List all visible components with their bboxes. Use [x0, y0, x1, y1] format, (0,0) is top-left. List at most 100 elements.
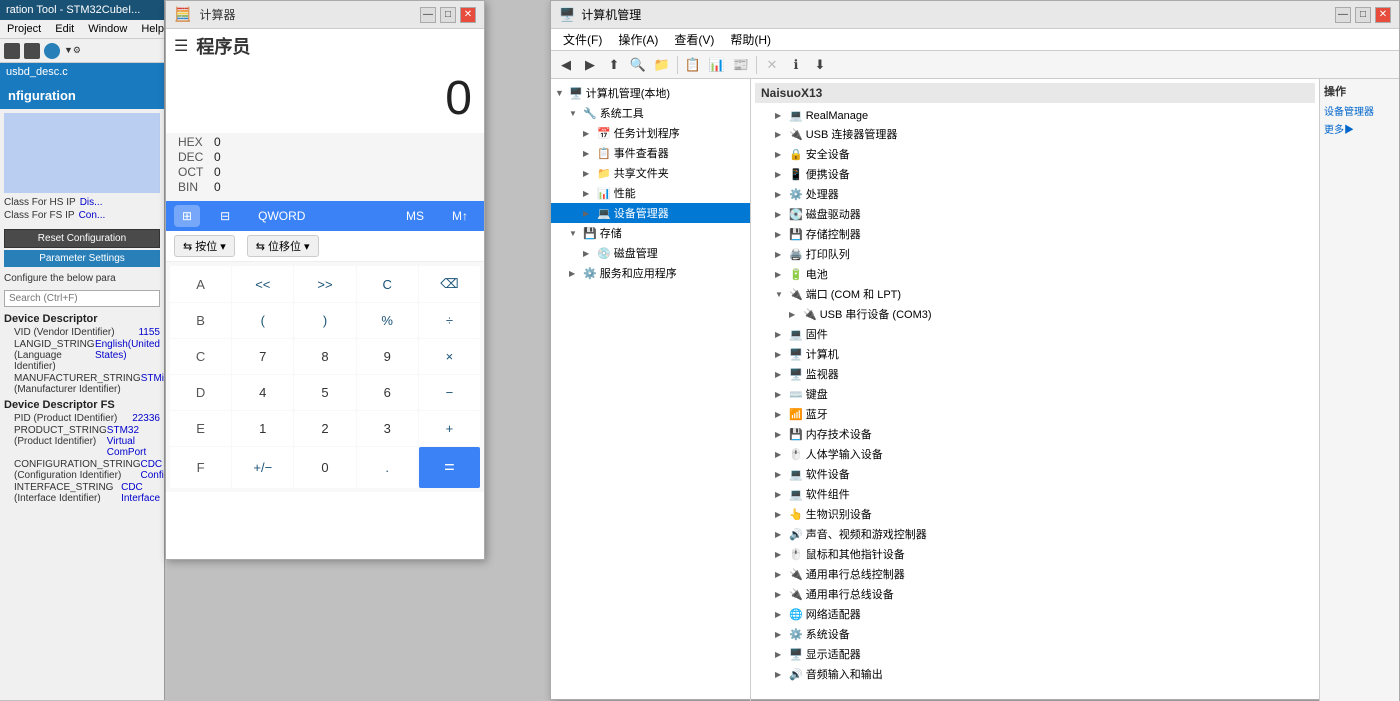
- root-expand-icon[interactable]: ▼: [555, 88, 569, 98]
- right-tree-item[interactable]: ▶💾存储控制器: [755, 224, 1315, 244]
- menu-help[interactable]: 帮助(H): [724, 31, 777, 48]
- expand-icon[interactable]: ▶: [775, 650, 789, 659]
- right-tree-item[interactable]: ▶👆生物识别设备: [755, 504, 1315, 524]
- toolbar-back-btn[interactable]: ◀: [555, 54, 577, 76]
- toolbar-icon[interactable]: [4, 43, 20, 59]
- right-tree-item[interactable]: ▶⚙️处理器: [755, 184, 1315, 204]
- expand-icon[interactable]: ▶: [775, 410, 789, 419]
- calc-btn-0[interactable]: 0: [294, 447, 355, 488]
- shift-position-button[interactable]: ⇆ 位移位 ▾: [247, 235, 319, 257]
- expand-icon[interactable]: ▶: [775, 330, 789, 339]
- calc-btn-clear[interactable]: C: [357, 266, 418, 302]
- right-tree-item[interactable]: ▶💻固件: [755, 324, 1315, 344]
- menu-file[interactable]: 文件(F): [557, 31, 608, 48]
- calc-btn-closeparen[interactable]: ): [294, 303, 355, 338]
- calc-btn-6[interactable]: 6: [357, 375, 418, 410]
- toolbar-search-btn[interactable]: 🔍: [627, 54, 649, 76]
- toolbar-down-btn[interactable]: ⬇: [809, 54, 831, 76]
- calc-btn-subtract[interactable]: −: [419, 375, 480, 410]
- right-tree-item[interactable]: ▶🔋电池: [755, 264, 1315, 284]
- expand-icon[interactable]: ▶: [583, 149, 597, 158]
- calc-btn-4[interactable]: 4: [232, 375, 293, 410]
- calc-btn-A[interactable]: A: [170, 266, 231, 302]
- right-tree-item[interactable]: ▶🖨️打印队列: [755, 244, 1315, 264]
- calc-btn-B[interactable]: B: [170, 303, 231, 338]
- right-tree-item[interactable]: ▶💾内存技术设备: [755, 424, 1315, 444]
- expand-icon[interactable]: ▶: [775, 370, 789, 379]
- calc-btn-5[interactable]: 5: [294, 375, 355, 410]
- expand-icon[interactable]: ▶: [775, 230, 789, 239]
- expand-icon[interactable]: ▶: [775, 130, 789, 139]
- sidebar-action[interactable]: 设备管理器: [1324, 103, 1395, 118]
- expand-icon[interactable]: ▼: [775, 290, 789, 299]
- expand-icon[interactable]: ▶: [775, 170, 789, 179]
- toolbar-info-btn[interactable]: ℹ: [785, 54, 807, 76]
- expand-icon[interactable]: ▶: [583, 249, 597, 258]
- expand-icon[interactable]: ▶: [775, 210, 789, 219]
- expand-icon[interactable]: ▶: [775, 111, 789, 120]
- ms-btn[interactable]: MS: [398, 205, 432, 227]
- left-tree-item[interactable]: ▶⚙️服务和应用程序: [551, 263, 750, 283]
- expand-icon[interactable]: ▶: [775, 350, 789, 359]
- menu-view[interactable]: 查看(V): [668, 31, 720, 48]
- calc-btn-backspace[interactable]: ⌫: [419, 266, 480, 302]
- calc-btn-openparen[interactable]: (: [232, 303, 293, 338]
- expand-icon[interactable]: ▶: [775, 270, 789, 279]
- calc-btn-divide[interactable]: ÷: [419, 303, 480, 338]
- tree-root[interactable]: ▼ 🖥️ 计算机管理(本地): [551, 83, 750, 103]
- qword-btn[interactable]: QWORD: [250, 205, 313, 227]
- calc-btn-rshift[interactable]: >>: [294, 266, 355, 302]
- right-tree-item[interactable]: ▶💻软件设备: [755, 464, 1315, 484]
- right-tree-item[interactable]: ▶📶蓝牙: [755, 404, 1315, 424]
- expand-icon[interactable]: ▶: [569, 269, 583, 278]
- right-tree-item[interactable]: ▶🖥️监视器: [755, 364, 1315, 384]
- right-tree-item[interactable]: ▶⚙️系统设备: [755, 624, 1315, 644]
- right-tree-item[interactable]: ▶🌐网络适配器: [755, 604, 1315, 624]
- expand-icon[interactable]: ▶: [775, 570, 789, 579]
- calc-btn-multiply[interactable]: ×: [419, 339, 480, 374]
- right-tree-item[interactable]: ▶📱便携设备: [755, 164, 1315, 184]
- hamburger-icon[interactable]: ☰: [174, 36, 188, 56]
- expand-icon[interactable]: ▶: [583, 129, 597, 138]
- toolbar-delete-btn[interactable]: ✕: [761, 54, 783, 76]
- expand-icon[interactable]: ▶: [775, 510, 789, 519]
- right-tree-item[interactable]: ▶💻软件组件: [755, 484, 1315, 504]
- left-tree-item[interactable]: ▼🔧系统工具: [551, 103, 750, 123]
- calc-btn-2[interactable]: 2: [294, 411, 355, 446]
- toolbar-folders-btn[interactable]: 📁: [651, 54, 673, 76]
- devmgr-minimize-button[interactable]: —: [1335, 7, 1351, 23]
- right-tree-item[interactable]: ▶🖥️显示适配器: [755, 644, 1315, 664]
- expand-icon[interactable]: ▶: [775, 610, 789, 619]
- menu-edit[interactable]: Edit: [52, 22, 77, 36]
- calc-btn-1[interactable]: 1: [232, 411, 293, 446]
- left-tree-item[interactable]: ▶💻设备管理器: [551, 203, 750, 223]
- expand-icon[interactable]: ▶: [789, 310, 803, 319]
- calc-btn-D[interactable]: D: [170, 375, 231, 410]
- expand-icon[interactable]: ▶: [583, 169, 597, 178]
- expand-icon[interactable]: ▶: [775, 190, 789, 199]
- reset-config-button[interactable]: Reset Configuration: [4, 229, 160, 248]
- expand-icon[interactable]: ▶: [775, 590, 789, 599]
- right-tree-item[interactable]: ▶🔒安全设备: [755, 144, 1315, 164]
- right-tree-item[interactable]: ▶🔌通用串行总线设备: [755, 584, 1315, 604]
- calc-btn-E[interactable]: E: [170, 411, 231, 446]
- menu-window[interactable]: Window: [85, 22, 130, 36]
- calc-btn-lshift[interactable]: <<: [232, 266, 293, 302]
- devmgr-close-button[interactable]: ✕: [1375, 7, 1391, 23]
- calc-btn-F[interactable]: F: [170, 447, 231, 488]
- maximize-button[interactable]: □: [440, 7, 456, 23]
- toolbar-view3-btn[interactable]: 📰: [730, 54, 752, 76]
- left-tree-item[interactable]: ▶📅任务计划程序: [551, 123, 750, 143]
- menu-action[interactable]: 操作(A): [612, 31, 664, 48]
- calc-btn-negate[interactable]: +/−: [232, 447, 293, 488]
- right-tree-item[interactable]: ▶💻RealManage: [755, 107, 1315, 124]
- minimize-button[interactable]: —: [420, 7, 436, 23]
- calc-btn-percent[interactable]: %: [357, 303, 418, 338]
- right-tree-item[interactable]: ▶🖱️人体学输入设备: [755, 444, 1315, 464]
- toolbar-view2-btn[interactable]: 📊: [706, 54, 728, 76]
- expand-icon[interactable]: ▶: [775, 530, 789, 539]
- menu-help[interactable]: Help: [138, 22, 165, 36]
- bit-shift-button[interactable]: ⇆ 按位 ▾: [174, 235, 235, 257]
- param-settings-button[interactable]: Parameter Settings: [4, 250, 160, 267]
- left-tree-item[interactable]: ▶📁共享文件夹: [551, 163, 750, 183]
